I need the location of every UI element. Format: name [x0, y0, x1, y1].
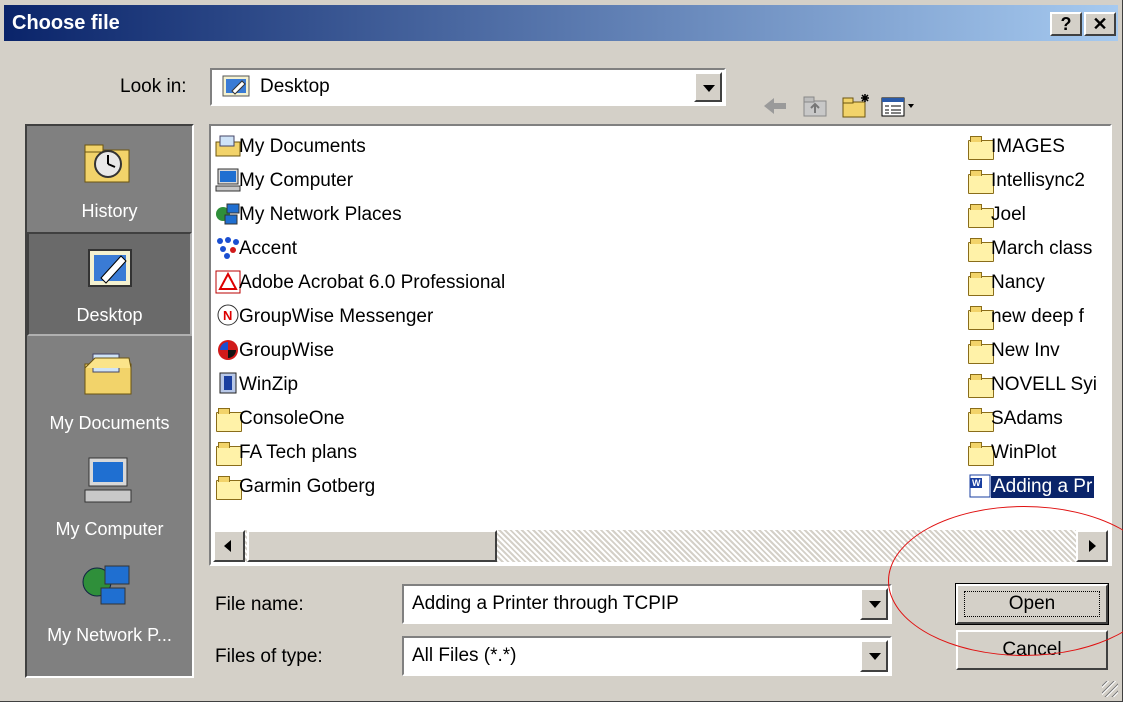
file-name: SAdams	[991, 408, 1063, 429]
history-icon	[84, 144, 130, 183]
places-label: History	[81, 201, 138, 221]
my-documents-icon	[84, 353, 132, 395]
file-name: NOVELL Syi	[991, 374, 1097, 395]
window-title: Choose file	[12, 12, 120, 34]
my-computer-icon	[84, 457, 132, 503]
file-name: WinZip	[239, 374, 299, 395]
svg-text:W: W	[972, 478, 981, 488]
horizontal-scrollbar[interactable]	[213, 530, 1108, 562]
folder-icon	[967, 236, 994, 262]
resize-grip[interactable]	[1102, 681, 1118, 697]
desktop-icon	[222, 75, 250, 97]
chevron-down-icon[interactable]	[860, 588, 888, 620]
word-document-icon: W	[969, 474, 991, 498]
folder-icon	[215, 474, 242, 500]
places-label: My Computer	[55, 519, 164, 539]
file-name: Accent	[239, 238, 298, 259]
acrobat-shortcut-icon	[215, 270, 241, 294]
places-item-my-documents[interactable]: My Documents	[27, 338, 192, 442]
file-name: GroupWise	[239, 340, 335, 361]
network-places-icon	[216, 203, 240, 225]
help-button[interactable]: ?	[1050, 12, 1082, 36]
folder-icon	[215, 406, 242, 432]
places-item-my-network-places[interactable]: My Network P...	[27, 550, 192, 654]
places-item-my-computer[interactable]: My Computer	[27, 444, 192, 548]
file-name: March class	[991, 238, 1093, 259]
folder-icon	[967, 304, 994, 330]
look-in-dropdown[interactable]: Desktop	[210, 68, 726, 106]
winzip-shortcut-icon	[219, 372, 237, 394]
file-name-input[interactable]: Adding a Printer through TCPIP	[402, 584, 892, 624]
places-label: My Network P...	[47, 625, 172, 645]
file-type-value: All Files (*.*)	[412, 645, 517, 666]
groupwise-shortcut-icon	[218, 340, 238, 360]
places-item-desktop[interactable]: Desktop	[27, 232, 192, 336]
file-name: ConsoleOne	[239, 408, 345, 429]
close-button[interactable]: ✕	[1084, 12, 1116, 36]
file-list[interactable]: My Documents My Computer My Network Plac…	[209, 124, 1112, 566]
file-name: GroupWise Messenger	[239, 306, 434, 327]
my-computer-icon	[215, 168, 241, 192]
svg-text:N: N	[223, 308, 232, 323]
scroll-right-button[interactable]	[1076, 530, 1108, 562]
file-type-label: Files of type:	[215, 646, 323, 667]
file-name-value: Adding a Printer through TCPIP	[412, 593, 679, 614]
focus-rect	[964, 591, 1100, 617]
cancel-button[interactable]: Cancel	[956, 630, 1108, 670]
file-name: My Documents	[239, 136, 366, 157]
cancel-button-label: Cancel	[1002, 639, 1062, 660]
file-name: WinPlot	[991, 442, 1057, 463]
back-arrow-icon[interactable]	[760, 92, 792, 120]
accent-shortcut-icon	[217, 237, 239, 259]
file-name: Nancy	[991, 272, 1045, 293]
groupwise-messenger-shortcut-icon: N	[217, 304, 239, 326]
look-in-label: Look in:	[120, 76, 187, 97]
desktop-icon	[88, 249, 132, 287]
folder-icon	[967, 372, 994, 398]
folder-icon	[967, 440, 994, 466]
file-name: My Computer	[239, 170, 354, 191]
folder-icon	[967, 168, 994, 194]
file-name-label: File name:	[215, 594, 304, 615]
file-name: Adobe Acrobat 6.0 Professional	[239, 272, 506, 293]
folder-icon	[967, 270, 994, 296]
file-name: new deep f	[991, 306, 1084, 327]
places-label: Desktop	[76, 305, 143, 325]
places-item-history[interactable]: History	[27, 126, 192, 230]
up-folder-icon[interactable]	[800, 92, 832, 120]
new-folder-icon[interactable]	[840, 92, 872, 120]
folder-icon	[967, 134, 994, 160]
file-name: FA Tech plans	[239, 442, 357, 463]
file-name: New Inv	[991, 340, 1060, 361]
file-name: Garmin Gotberg	[239, 476, 376, 497]
title-bar[interactable]: Choose file ? ✕	[4, 5, 1118, 41]
network-places-icon	[82, 565, 130, 605]
places-bar: History Desktop My Documents My Computer…	[25, 124, 194, 678]
folder-icon	[967, 406, 994, 432]
folder-icon	[967, 202, 994, 228]
views-menu-icon[interactable]	[880, 92, 920, 120]
folder-icon	[215, 440, 242, 466]
scroll-left-button[interactable]	[213, 530, 245, 562]
choose-file-dialog: Choose file ? ✕ Look in: Desktop History…	[0, 0, 1123, 702]
file-name: IMAGES	[991, 136, 1065, 157]
places-label: My Documents	[49, 413, 170, 433]
look-in-value: Desktop	[260, 76, 330, 97]
chevron-down-icon[interactable]	[860, 640, 888, 672]
file-type-dropdown[interactable]: All Files (*.*)	[402, 636, 892, 676]
my-documents-icon	[215, 135, 241, 157]
file-name: Intellisync2	[991, 170, 1085, 191]
file-name: Joel	[991, 204, 1026, 225]
file-name: Adding a Pr	[991, 476, 1095, 498]
folder-icon	[967, 338, 994, 364]
open-button[interactable]: Open	[955, 583, 1109, 625]
file-name: My Network Places	[239, 204, 402, 225]
scrollbar-thumb[interactable]	[247, 530, 497, 562]
chevron-down-icon[interactable]	[694, 72, 722, 102]
